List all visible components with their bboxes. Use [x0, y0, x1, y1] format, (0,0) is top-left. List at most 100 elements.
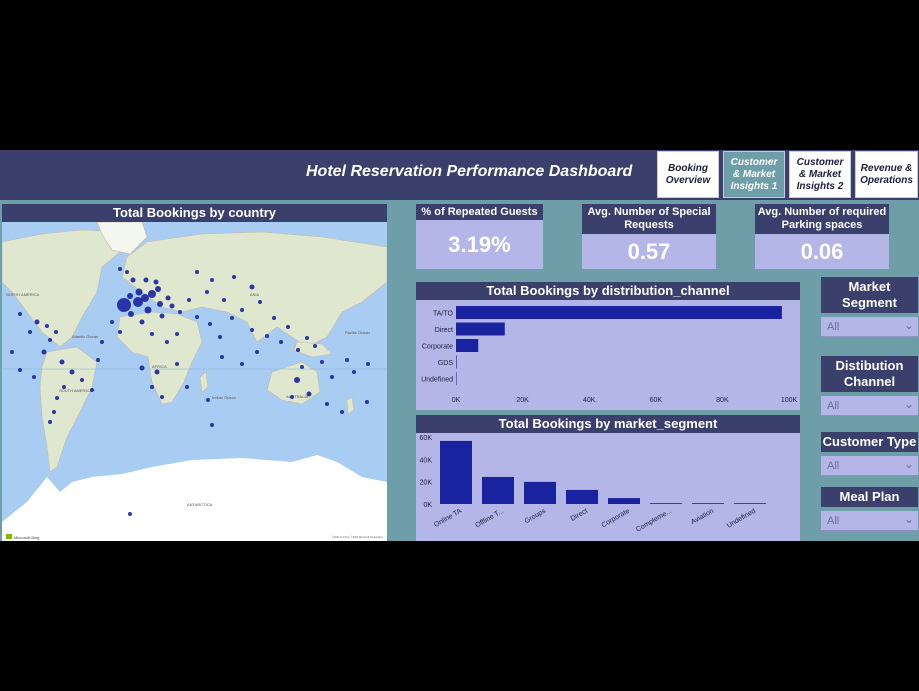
country-bubble[interactable] — [139, 365, 145, 371]
country-bubble[interactable] — [185, 385, 189, 389]
country-bubble[interactable] — [272, 316, 276, 320]
country-bubble[interactable] — [148, 290, 156, 298]
country-bubble[interactable] — [195, 270, 199, 274]
country-bubble[interactable] — [144, 306, 152, 314]
country-bubble[interactable] — [18, 368, 22, 372]
country-bubble[interactable] — [127, 293, 133, 299]
country-bubble[interactable] — [10, 350, 14, 354]
country-bubble[interactable] — [34, 319, 40, 325]
country-bubble[interactable] — [286, 325, 290, 329]
country-bubble[interactable] — [45, 324, 49, 328]
country-bubble[interactable] — [141, 294, 149, 302]
bar[interactable] — [650, 503, 682, 504]
country-bubble[interactable] — [340, 410, 344, 414]
market-segment-dropdown[interactable]: All ⌄ — [821, 317, 918, 337]
bar[interactable] — [692, 503, 724, 504]
country-bubble[interactable] — [218, 335, 222, 339]
country-bubble[interactable] — [52, 410, 56, 414]
country-bubble[interactable] — [175, 332, 179, 336]
country-bubble[interactable] — [32, 375, 36, 379]
country-bubble[interactable] — [305, 336, 309, 340]
country-bubble[interactable] — [240, 362, 244, 366]
bar[interactable] — [524, 481, 556, 504]
tab-customer-market-insights-1[interactable]: Customer & Market Insights 1 — [723, 151, 785, 198]
bar[interactable] — [608, 498, 640, 504]
country-bubble[interactable] — [128, 311, 134, 317]
country-bubble[interactable] — [187, 298, 191, 302]
country-bubble[interactable] — [250, 328, 254, 332]
country-bubble[interactable] — [28, 330, 32, 334]
tab-revenue-operations[interactable]: Revenue & Operations — [855, 151, 918, 198]
country-bubble[interactable] — [279, 340, 283, 344]
country-bubble[interactable] — [352, 370, 356, 374]
country-bubble[interactable] — [265, 334, 269, 338]
country-bubble[interactable] — [159, 313, 165, 319]
country-bubble[interactable] — [240, 308, 244, 312]
bar[interactable] — [440, 440, 472, 504]
country-bubble[interactable] — [220, 355, 224, 359]
bar[interactable] — [734, 503, 766, 504]
country-bubble[interactable] — [345, 358, 349, 362]
bar[interactable] — [456, 322, 505, 336]
country-bubble[interactable] — [90, 388, 94, 392]
world-map[interactable]: NORTH AMERICA SOUTH AMERICA AUSTRALIA AN… — [2, 222, 387, 541]
country-bubble[interactable] — [165, 295, 171, 301]
country-bubble[interactable] — [169, 303, 175, 309]
country-bubble[interactable] — [150, 332, 154, 336]
country-bubble[interactable] — [18, 312, 22, 316]
country-bubble[interactable] — [128, 512, 132, 516]
country-bubble[interactable] — [154, 369, 160, 375]
country-bubble[interactable] — [175, 362, 179, 366]
country-bubble[interactable] — [48, 338, 52, 342]
country-bubble[interactable] — [110, 320, 114, 324]
country-bubble[interactable] — [300, 365, 304, 369]
country-bubble[interactable] — [365, 400, 369, 404]
country-bubble[interactable] — [41, 349, 47, 355]
country-bubble[interactable] — [230, 316, 234, 320]
country-bubble[interactable] — [153, 279, 159, 285]
customer-type-dropdown[interactable]: All ⌄ — [821, 456, 918, 476]
country-bubble[interactable] — [100, 340, 104, 344]
country-bubble[interactable] — [59, 359, 65, 365]
country-bubble[interactable] — [320, 360, 324, 364]
country-bubble[interactable] — [258, 300, 262, 304]
meal-plan-dropdown[interactable]: All ⌄ — [821, 511, 918, 531]
bar[interactable] — [456, 372, 457, 385]
country-bubble[interactable] — [54, 330, 58, 334]
country-bubble[interactable] — [48, 420, 52, 424]
country-bubble[interactable] — [249, 284, 255, 290]
country-bubble[interactable] — [325, 402, 329, 406]
country-bubble[interactable] — [205, 290, 209, 294]
country-bubble[interactable] — [118, 330, 122, 334]
country-bubble[interactable] — [160, 395, 164, 399]
bar[interactable] — [456, 355, 457, 369]
country-bubble[interactable] — [210, 423, 214, 427]
country-bubble[interactable] — [222, 298, 226, 302]
country-bubble[interactable] — [306, 391, 312, 397]
country-bubble[interactable] — [313, 344, 317, 348]
country-bubble[interactable] — [255, 350, 259, 354]
country-bubble[interactable] — [206, 398, 210, 402]
country-bubble[interactable] — [294, 377, 300, 383]
country-bubble[interactable] — [62, 385, 66, 389]
country-bubble[interactable] — [96, 358, 100, 362]
country-bubble[interactable] — [130, 277, 136, 283]
country-bubble[interactable] — [55, 396, 59, 400]
country-bubble[interactable] — [232, 275, 236, 279]
bar[interactable] — [566, 489, 598, 504]
country-bubble[interactable] — [69, 369, 75, 375]
country-bubble[interactable] — [135, 288, 143, 296]
country-bubble[interactable] — [178, 310, 182, 314]
country-bubble[interactable] — [296, 348, 300, 352]
distribution-channel-dropdown[interactable]: All ⌄ — [821, 396, 918, 416]
country-bubble[interactable] — [150, 385, 154, 389]
country-bubble[interactable] — [366, 362, 370, 366]
country-bubble[interactable] — [139, 319, 145, 325]
country-bubble[interactable] — [80, 378, 84, 382]
country-bubble[interactable] — [195, 315, 199, 319]
country-bubble[interactable] — [118, 267, 122, 271]
bar[interactable] — [456, 339, 479, 352]
country-bubble[interactable] — [143, 277, 149, 283]
country-bubble[interactable] — [117, 298, 131, 312]
country-bubble[interactable] — [330, 375, 334, 379]
